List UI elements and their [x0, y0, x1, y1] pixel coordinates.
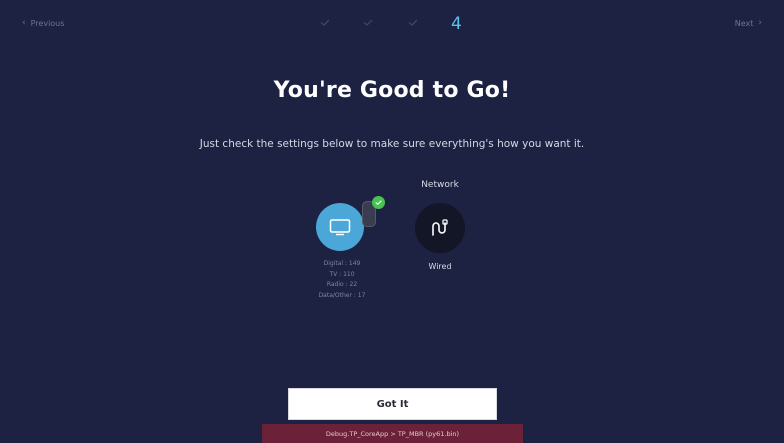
stat-data-other: Data/Other : 17: [318, 291, 366, 299]
step-indicator: 4: [300, 12, 500, 36]
check-icon: [372, 196, 385, 209]
chevron-left-icon: ‹: [22, 18, 26, 28]
step-3-check-icon: [408, 19, 418, 26]
network-value: Wired: [428, 262, 452, 271]
step-2-check-icon: [363, 19, 373, 26]
page-subtitle: Just check the settings below to make su…: [199, 138, 585, 150]
setup-complete-screen: ‹ Previous 4 Next › You're Good to Go! J…: [0, 0, 784, 443]
network-label: Network: [421, 180, 459, 190]
current-step-number: 4: [451, 14, 462, 34]
step-1-check-icon: [320, 19, 330, 26]
previous-label: Previous: [30, 18, 65, 28]
stat-digital: Digital : 149: [323, 260, 361, 267]
stat-tv: TV : 110: [329, 270, 355, 278]
stat-radio: Radio : 22: [326, 281, 358, 288]
chevron-right-icon: ›: [758, 18, 762, 28]
next-button[interactable]: Next ›: [735, 18, 762, 28]
network-summary: Network Wired: [405, 178, 475, 278]
ethernet-cable-icon: [415, 203, 465, 253]
debug-info-bar: Debug.TP_CoreApp > TP_MBR (py61.bin): [262, 424, 523, 443]
channel-summary: Digital : 149 TV : 110 Radio : 22 Data/O…: [300, 195, 390, 315]
previous-button[interactable]: ‹ Previous: [22, 18, 64, 28]
channel-stats: Digital : 149 TV : 110 Radio : 22 Data/O…: [300, 259, 384, 301]
tv-icon: [316, 203, 364, 251]
page-title: You're Good to Go!: [273, 78, 511, 103]
got-it-button[interactable]: Got It: [288, 388, 497, 420]
next-label: Next: [734, 18, 754, 28]
